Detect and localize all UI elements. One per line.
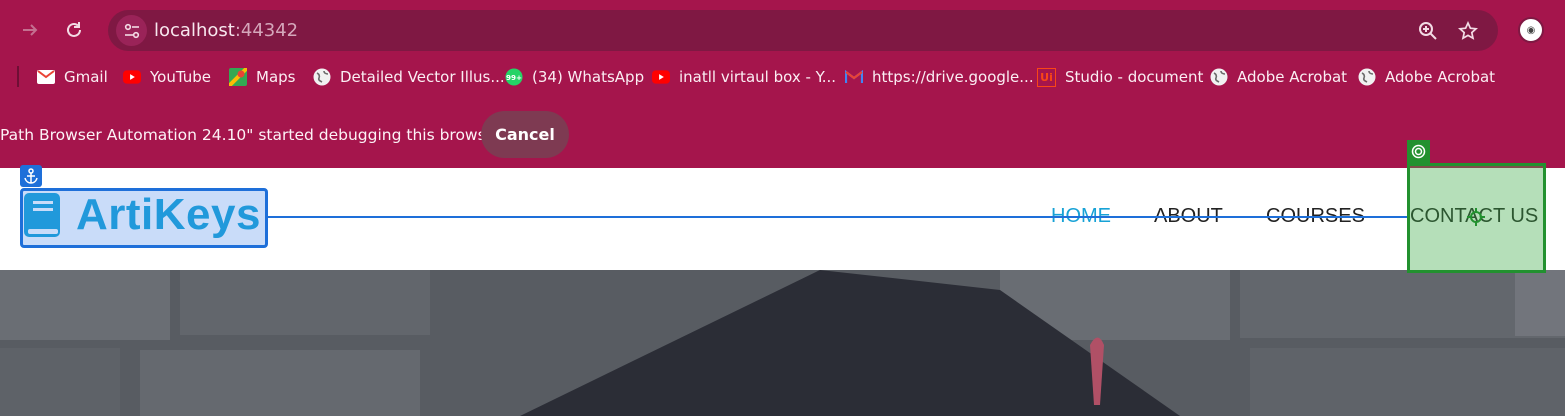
bookmark-vector-illus[interactable]: Detailed Vector Illus... (313, 65, 505, 89)
bookmark-label: https://drive.google... (872, 68, 1034, 86)
bookmarks-bar: Gmail YouTube Maps Detailed Vector Illus… (0, 62, 1565, 92)
anchor-icon (24, 168, 38, 184)
url-port: :44342 (234, 20, 299, 41)
url-host: localhost (154, 20, 235, 41)
target-icon (1411, 144, 1426, 159)
bookmark-label: Adobe Acrobat (1385, 68, 1496, 86)
profile-icon: ◉ (1526, 24, 1536, 36)
url-text: localhost:44342 (154, 20, 298, 41)
infobar-message: Path Browser Automation 24.10" started d… (0, 126, 502, 144)
bookmark-label: Studio - document (1065, 68, 1204, 86)
bookmark-maps[interactable]: Maps (229, 65, 295, 89)
youtube-icon (123, 68, 141, 86)
site-info-button[interactable] (116, 15, 147, 46)
bookmark-label: Adobe Acrobat (1237, 68, 1348, 86)
profile-button[interactable]: ◉ (1518, 17, 1544, 43)
browser-toolbar: localhost:44342 ◉ (0, 0, 1565, 60)
zoom-button[interactable] (1415, 18, 1441, 44)
star-icon (1458, 21, 1478, 40)
browser-chrome: localhost:44342 ◉ Gmail YouTube Maps Det… (0, 0, 1565, 168)
gmail-icon (37, 68, 55, 86)
bookmark-label: Detailed Vector Illus... (340, 68, 505, 86)
arrow-right-icon (23, 24, 38, 36)
whatsapp-icon: 99+ (505, 68, 523, 86)
bookmark-adobe-acrobat-1[interactable]: Adobe Acrobat (1210, 65, 1347, 89)
cancel-debugging-button[interactable]: Cancel (481, 111, 569, 158)
bookmark-studio-document[interactable]: Ui Studio - document (1037, 65, 1203, 89)
gmail-icon (845, 68, 863, 86)
bookmark-virtualbox-youtube[interactable]: inatll virtaul box - Y... (652, 65, 836, 89)
address-bar[interactable]: localhost:44342 (108, 10, 1498, 51)
anchor-tag (20, 165, 42, 187)
target-tag (1407, 140, 1430, 163)
bookmark-label: (34) WhatsApp (532, 68, 645, 86)
bookmark-label: Gmail (64, 68, 108, 86)
bookmark-gmail[interactable]: Gmail (37, 65, 108, 89)
globe-icon (313, 68, 331, 86)
whatsapp-badge: 99+ (506, 73, 522, 82)
debugging-infobar: Path Browser Automation 24.10" started d… (0, 110, 1565, 160)
crosshair-icon (1467, 208, 1485, 226)
bookmark-youtube[interactable]: YouTube (123, 65, 211, 89)
bookmarks-divider (17, 66, 19, 87)
anchor-highlight (20, 188, 268, 248)
bookmark-label: inatll virtaul box - Y... (679, 68, 837, 86)
bookmark-star-button[interactable] (1455, 18, 1481, 44)
hero-graduation-photo (0, 270, 1565, 416)
globe-icon (1210, 68, 1228, 86)
anchor-connector-line (268, 216, 1408, 218)
tune-icon (124, 23, 139, 38)
youtube-icon (652, 68, 670, 86)
reload-button[interactable] (56, 12, 92, 48)
bookmark-google-drive[interactable]: https://drive.google... (845, 65, 1034, 89)
bookmark-adobe-acrobat-2[interactable]: Adobe Acrobat (1358, 65, 1495, 89)
zoom-in-icon (1419, 22, 1437, 40)
uipath-icon: Ui (1037, 67, 1056, 87)
hero-image (0, 270, 1565, 416)
bookmark-whatsapp[interactable]: 99+ (34) WhatsApp (505, 65, 644, 89)
globe-icon (1358, 68, 1376, 86)
bookmark-label: Maps (256, 68, 296, 86)
maps-icon (229, 68, 247, 86)
forward-button[interactable] (12, 12, 48, 48)
reload-icon (67, 22, 81, 37)
bookmark-label: YouTube (150, 68, 211, 86)
